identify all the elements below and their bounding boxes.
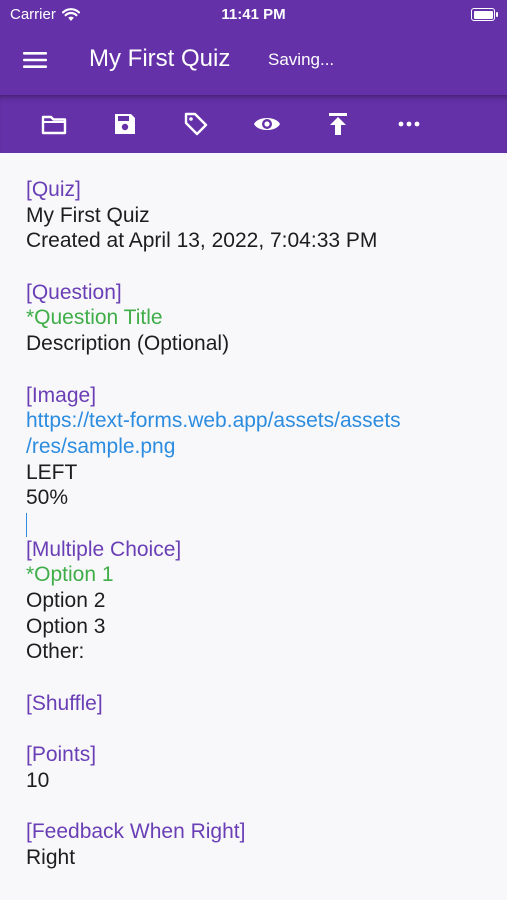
feedback-value-text: Right <box>26 845 76 869</box>
save-status: Saving... <box>268 50 335 69</box>
preview-button[interactable] <box>253 110 281 138</box>
battery-icon <box>471 8 498 21</box>
question-description-text: Description (Optional) <box>26 332 230 356</box>
question-section-header: [Question] <box>26 280 122 304</box>
quiz-text-editor[interactable]: [Quiz] My First Quiz Created at April 13… <box>26 177 486 871</box>
text-caret <box>26 512 27 537</box>
points-section-header: [Points] <box>26 743 97 767</box>
tag-button[interactable] <box>182 110 210 138</box>
eye-icon <box>254 118 280 130</box>
quiz-section-header: [Quiz] <box>26 178 81 201</box>
option-other-text: Other: <box>26 640 85 664</box>
image-url-line-2[interactable]: /res/sample.png <box>26 434 486 460</box>
page-title: My First Quiz <box>89 45 231 72</box>
app-bar: Carrier 11:41 PM My First Quiz Saving... <box>0 0 507 95</box>
save-button[interactable] <box>111 110 139 138</box>
image-url-line-1[interactable]: https://text-forms.web.app/assets/assets <box>26 408 486 434</box>
hamburger-icon <box>23 52 47 68</box>
publish-button[interactable] <box>324 110 352 138</box>
folder-icon <box>41 115 67 135</box>
more-icon <box>398 121 420 127</box>
upload-icon <box>329 113 347 135</box>
option-3-text: Option 3 <box>26 614 106 638</box>
more-button[interactable] <box>395 110 423 138</box>
image-size-text: 50% <box>26 486 69 510</box>
shuffle-section-header: [Shuffle] <box>26 691 103 715</box>
tag-icon <box>184 112 208 136</box>
quiz-title-text: My First Quiz <box>26 203 150 227</box>
created-at-text: Created at April 13, 2022, 7:04:33 PM <box>26 229 378 253</box>
option-1-text: *Option 1 <box>26 563 114 587</box>
multiple-choice-section-header: [Multiple Choice] <box>26 537 182 561</box>
open-folder-button[interactable] <box>40 110 68 138</box>
points-value-text: 10 <box>26 768 50 792</box>
toolbar <box>0 95 507 153</box>
menu-button[interactable] <box>22 48 48 72</box>
feedback-section-header: [Feedback When Right] <box>26 820 246 844</box>
image-section-header: [Image] <box>26 383 97 407</box>
status-time: 11:41 PM <box>221 6 286 23</box>
save-icon <box>115 114 135 134</box>
status-bar: Carrier 11:41 PM <box>0 0 507 30</box>
text-cursor-line <box>26 511 486 537</box>
question-title-text: *Question Title <box>26 306 163 330</box>
option-2-text: Option 2 <box>26 589 106 612</box>
image-align-text: LEFT <box>26 460 78 484</box>
